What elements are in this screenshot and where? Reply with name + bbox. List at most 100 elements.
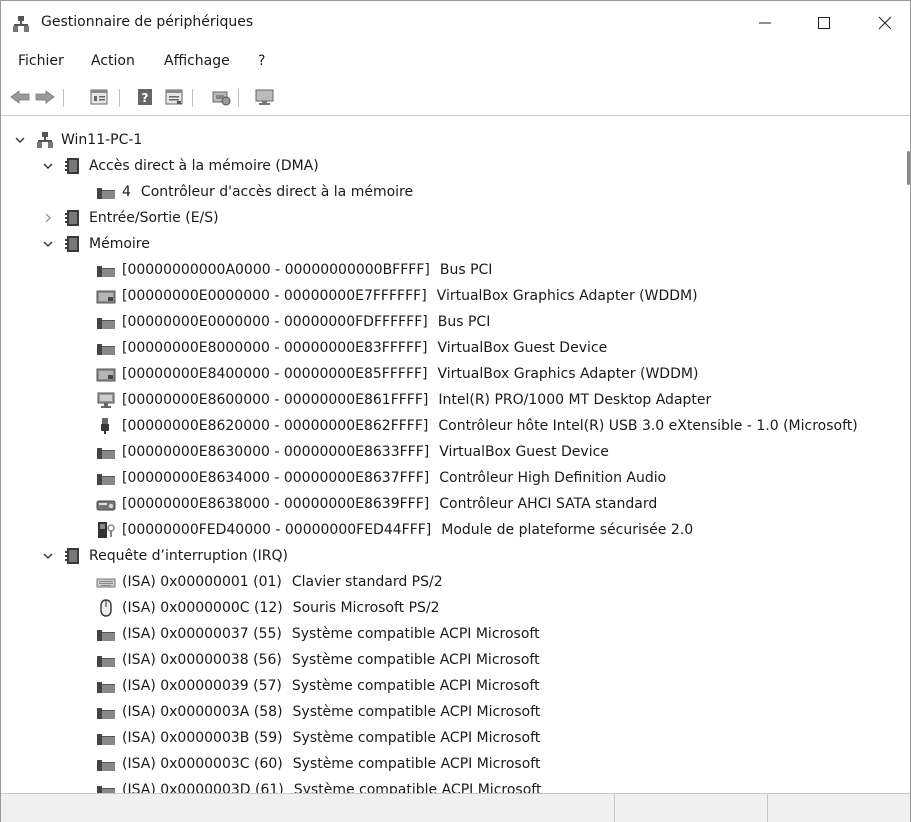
menu-affichage[interactable]: Affichage: [160, 49, 234, 73]
toolbar-separator: [63, 89, 64, 107]
device-entry[interactable]: [00000000E0000000 - 00000000E7FFFFFF] Vir…: [96, 283, 698, 309]
category-label: Entrée/Sortie (E/S): [89, 210, 219, 226]
system-device-icon: [96, 339, 116, 357]
system-device-icon: [96, 755, 116, 773]
device-tree: Win11-PC-1 Accès direct à la mémoire (DM…: [1, 123, 901, 793]
help-button[interactable]: ?: [134, 86, 156, 108]
device-name: Système compatible ACPI Microsoft: [292, 730, 541, 746]
system-device-icon: [96, 651, 116, 669]
resource-value: [00000000000A0000 - 00000000000BFFFF]: [122, 262, 430, 278]
back-icon: [10, 90, 30, 104]
device-name: Module de plateforme sécurisée 2.0: [441, 522, 694, 538]
menu-bar: Fichier Action Affichage ?: [1, 49, 910, 73]
back-button[interactable]: [9, 86, 31, 108]
resource-value: (ISA) 0x0000003C (60): [122, 756, 283, 772]
device-name: VirtualBox Graphics Adapter (WDDM): [436, 288, 698, 304]
title-bar[interactable]: Gestionnaire de périphériques: [1, 1, 910, 45]
device-entry[interactable]: [00000000E8000000 - 00000000E83FFFFF] Vir…: [96, 335, 607, 361]
close-button[interactable]: [862, 1, 908, 45]
display-adapter-icon: [96, 287, 116, 305]
device-entry[interactable]: (ISA) 0x0000000C (12) Souris Microsoft PS…: [96, 595, 440, 621]
show-hidden-button[interactable]: [163, 86, 185, 108]
chevron-right-icon[interactable]: [41, 211, 55, 225]
device-entry[interactable]: [00000000E0000000 - 00000000FDFFFFFF] Bus…: [96, 309, 490, 335]
usb-controller-icon: [96, 417, 116, 435]
minimize-button[interactable]: [742, 1, 788, 45]
resource-value: [00000000E8620000 - 00000000E862FFFF]: [122, 418, 429, 434]
chevron-down-icon[interactable]: [41, 159, 55, 173]
device-entry[interactable]: [00000000E8400000 - 00000000E85FFFFF] Vir…: [96, 361, 698, 387]
device-manager-icon: [12, 15, 30, 33]
category-io[interactable]: Entrée/Sortie (E/S): [41, 205, 219, 231]
system-device-icon: [96, 443, 116, 461]
device-entry[interactable]: (ISA) 0x00000001 (01) Clavier standard PS…: [96, 569, 443, 595]
chevron-down-icon[interactable]: [41, 237, 55, 251]
menu-help[interactable]: ?: [254, 49, 269, 73]
device-name: Contrôleur hôte Intel(R) USB 3.0 eXtensi…: [438, 418, 858, 434]
device-entry[interactable]: [00000000E8620000 - 00000000E862FFFF] Con…: [96, 413, 858, 439]
resource-value: (ISA) 0x00000038 (56): [122, 652, 282, 668]
menu-action[interactable]: Action: [87, 49, 139, 73]
device-entry[interactable]: (ISA) 0x0000003A (58) Système compatible …: [96, 699, 540, 725]
update-driver-icon: [212, 91, 231, 106]
device-entry[interactable]: (ISA) 0x00000038 (56) Système compatible …: [96, 647, 540, 673]
minimize-icon: [759, 22, 771, 24]
resource-value: (ISA) 0x00000001 (01): [122, 574, 282, 590]
device-entry[interactable]: [00000000E8634000 - 00000000E8637FFF] Con…: [96, 465, 666, 491]
tree-root[interactable]: Win11-PC-1: [13, 127, 142, 153]
toolbar-separator: [192, 89, 193, 107]
device-entry[interactable]: [00000000000A0000 - 00000000000BFFFF] Bus…: [96, 257, 492, 283]
device-entry[interactable]: (ISA) 0x0000003C (60) Système compatible …: [96, 751, 540, 777]
properties-icon: [90, 89, 108, 105]
toolbar-separator: [119, 89, 120, 107]
system-device-icon: [96, 677, 116, 695]
root-label: Win11-PC-1: [61, 132, 143, 148]
resource-value: [00000000E8000000 - 00000000E83FFFFF]: [122, 340, 428, 356]
device-entry[interactable]: [00000000FED40000 - 00000000FED44FFF] Mod…: [96, 517, 693, 543]
memory-chip-icon: [63, 157, 83, 175]
update-driver-button[interactable]: [210, 86, 232, 108]
device-manager-window: Gestionnaire de périphériques Fichier Ac…: [0, 0, 911, 822]
computer-network-icon: [35, 131, 55, 149]
memory-chip-icon: [63, 209, 83, 227]
status-cell: [614, 794, 615, 822]
category-irq[interactable]: Requête d’interruption (IRQ): [41, 543, 288, 569]
device-name: Système compatible ACPI Microsoft: [291, 678, 540, 694]
device-entry[interactable]: (ISA) 0x00000037 (55) Système compatible …: [96, 621, 540, 647]
forward-button[interactable]: [34, 86, 56, 108]
network-adapter-icon: [96, 391, 116, 409]
status-cell: [767, 794, 768, 822]
resource-value: (ISA) 0x00000037 (55): [122, 626, 282, 642]
device-entry[interactable]: (ISA) 0x00000039 (57) Système compatible …: [96, 673, 540, 699]
category-dma[interactable]: Accès direct à la mémoire (DMA): [41, 153, 319, 179]
device-entry[interactable]: (ISA) 0x0000003B (59) Système compatible …: [96, 725, 540, 751]
device-name: VirtualBox Graphics Adapter (WDDM): [437, 366, 699, 382]
resource-value: (ISA) 0x0000000C (12): [122, 600, 283, 616]
toolbar-separator: [238, 89, 239, 107]
scrollbar-thumb[interactable]: [907, 151, 910, 185]
device-name: Système compatible ACPI Microsoft: [293, 782, 542, 793]
resource-value: [00000000E0000000 - 00000000E7FFFFFF]: [122, 288, 427, 304]
resource-value: 4: [122, 184, 131, 200]
dma-item[interactable]: 4 Contrôleur d'accès direct à la mémoire: [96, 179, 413, 205]
chevron-down-icon[interactable]: [41, 549, 55, 563]
chevron-down-icon[interactable]: [13, 133, 27, 147]
properties-button[interactable]: [88, 86, 110, 108]
device-name: Bus PCI: [439, 262, 493, 278]
maximize-button[interactable]: [801, 1, 847, 45]
display-adapter-icon: [96, 365, 116, 383]
system-device-icon: [96, 703, 116, 721]
device-entry[interactable]: (ISA) 0x0000003D (61) Système compatible …: [96, 777, 541, 793]
help-icon: ?: [138, 89, 152, 105]
resource-value: (ISA) 0x0000003D (61): [122, 782, 284, 793]
scan-hardware-button[interactable]: [254, 86, 276, 108]
device-entry[interactable]: [00000000E8630000 - 00000000E8633FFF] Vir…: [96, 439, 609, 465]
device-entry[interactable]: [00000000E8638000 - 00000000E8639FFF] Con…: [96, 491, 657, 517]
menu-fichier[interactable]: Fichier: [14, 49, 68, 73]
resource-value: [00000000FED40000 - 00000000FED44FFF]: [122, 522, 432, 538]
resource-value: [00000000E8400000 - 00000000E85FFFFF]: [122, 366, 428, 382]
category-label: Mémoire: [89, 236, 150, 252]
category-memory[interactable]: Mémoire: [41, 231, 150, 257]
vertical-scrollbar[interactable]: [905, 123, 911, 791]
device-entry[interactable]: [00000000E8600000 - 00000000E861FFFF] Int…: [96, 387, 711, 413]
